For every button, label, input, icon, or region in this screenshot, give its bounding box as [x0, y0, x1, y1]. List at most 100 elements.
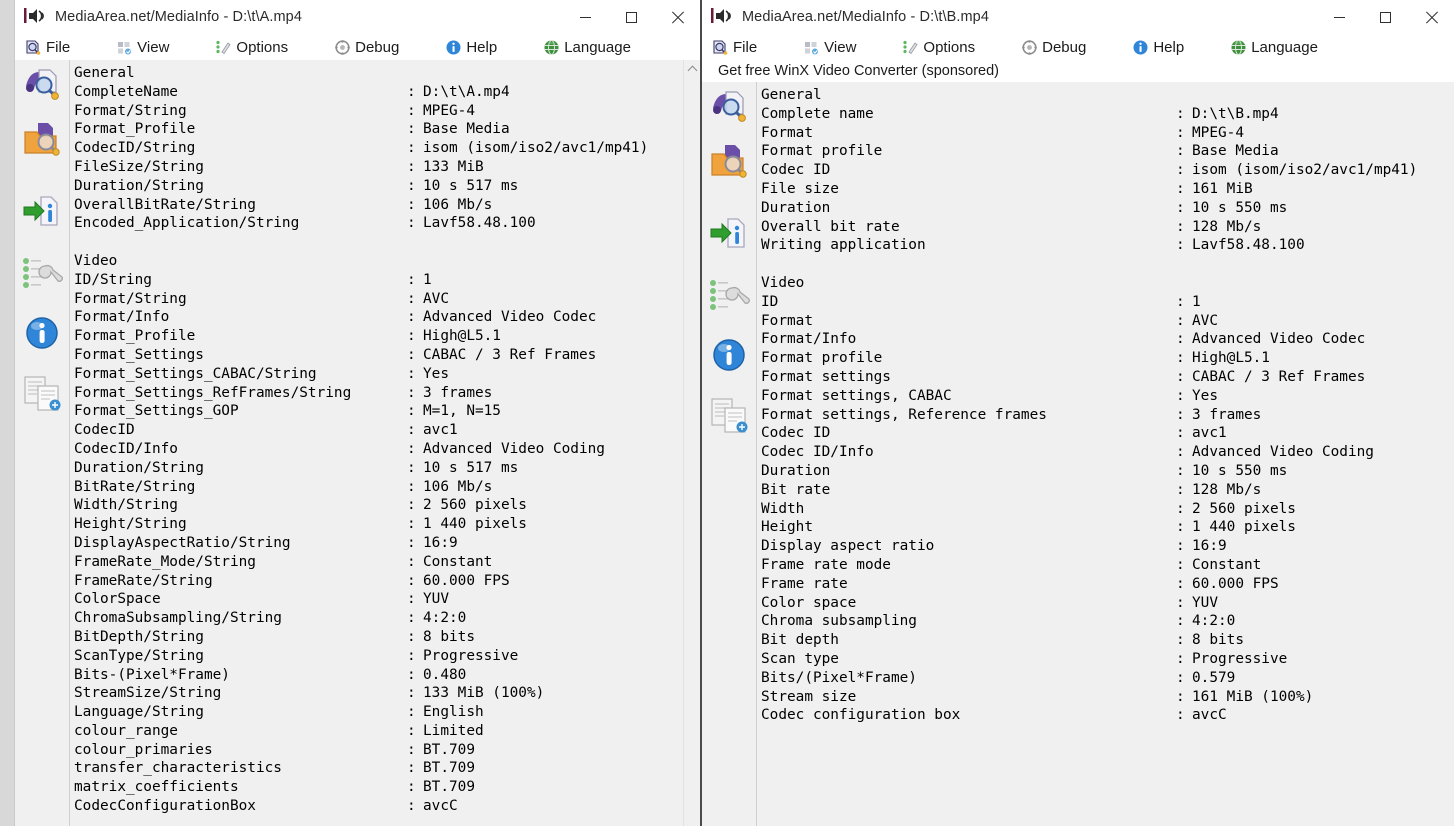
- open-folder-icon[interactable]: [708, 140, 750, 182]
- vertical-scrollbar[interactable]: [683, 60, 700, 826]
- open-file-icon[interactable]: [708, 86, 750, 128]
- view-grid-icon: [116, 39, 133, 56]
- report-row-separator: :: [407, 779, 416, 796]
- menu-item-debug[interactable]: Debug: [1015, 34, 1092, 60]
- mediainfo-window-right[interactable]: MediaArea.net/MediaInfo - D:\t\B.mp4 File…: [700, 0, 1454, 826]
- report-row-value: 106 Mb/s: [423, 196, 493, 213]
- report-panel[interactable]: General Complete name: D:\t\B.mp4 Format: MP…: [756, 82, 1454, 826]
- report-row-value: CABAC / 3 Ref Frames: [423, 346, 597, 363]
- maximize-icon: [625, 11, 637, 23]
- menu-bar: File View Options Debug Help Language: [15, 34, 700, 60]
- language-globe-icon: [543, 39, 560, 56]
- report-row-key: ID/String: [74, 271, 152, 288]
- menu-item-language[interactable]: Language: [1224, 34, 1324, 60]
- sheet-export-icon[interactable]: [21, 372, 63, 414]
- report-row-separator: :: [1176, 425, 1185, 442]
- menu-item-help[interactable]: Help: [439, 34, 503, 60]
- report-row-value: 3 frames: [1192, 406, 1262, 423]
- report-row-separator: :: [407, 534, 416, 551]
- information-icon[interactable]: [708, 334, 750, 376]
- menu-item-file[interactable]: File: [19, 34, 76, 60]
- menu-item-options[interactable]: Options: [209, 34, 294, 60]
- report-row: Format/Info: Advanced Video Codec: [74, 308, 683, 327]
- report-row-key: Height: [761, 519, 813, 536]
- report-row-separator: :: [1176, 218, 1185, 235]
- report-row-key: Format profile: [761, 143, 883, 160]
- report-row-key: BitDepth/String: [74, 628, 204, 645]
- report-row-value: Advanced Video Coding: [423, 440, 605, 457]
- report-row-key: Duration: [761, 199, 831, 216]
- report-row-separator: :: [407, 666, 416, 683]
- report-row-key: CodecID/String: [74, 140, 196, 157]
- menu-item-language[interactable]: Language: [537, 34, 637, 60]
- report-row-key: Codec ID: [761, 425, 831, 442]
- media-report: General CompleteName: D:\t\A.mp4 Format/Str…: [70, 60, 683, 816]
- report-row-value: 10 s 550 ms: [1192, 199, 1288, 216]
- report-row-separator: :: [407, 628, 416, 645]
- menu-item-view[interactable]: View: [110, 34, 175, 60]
- report-row: OverallBitRate/String:106 Mb/s: [74, 196, 683, 215]
- report-row: Bits-(Pixel*Frame):0.480: [74, 666, 683, 685]
- minimize-button[interactable]: [1316, 0, 1362, 34]
- report-row-key: Duration: [761, 462, 831, 479]
- report-row-value: 0.579: [1192, 669, 1236, 686]
- report-row-separator: :: [1176, 387, 1185, 404]
- menu-item-file[interactable]: File: [706, 34, 763, 60]
- maximize-button[interactable]: [608, 0, 654, 34]
- mediainfo-window-left[interactable]: MediaArea.net/MediaInfo - D:\t\A.mp4 File…: [14, 0, 700, 826]
- report-row-separator: :: [1176, 368, 1185, 385]
- menu-item-view[interactable]: View: [797, 34, 862, 60]
- sponsored-banner[interactable]: Get free WinX Video Converter (sponsored…: [702, 60, 1454, 82]
- report-row-key: Bit rate: [761, 481, 831, 498]
- report-row-key: transfer_characteristics: [74, 760, 282, 777]
- report-row-key: OverallBitRate/String: [74, 196, 256, 213]
- report-row-key: Complete name: [761, 105, 874, 122]
- report-row-key: Display aspect ratio: [761, 538, 935, 555]
- report-row-separator: :: [407, 741, 416, 758]
- window-controls: [1316, 0, 1454, 34]
- open-folder-icon[interactable]: [21, 118, 63, 160]
- report-row: Overall bit rate:128 Mb/s: [761, 218, 1454, 237]
- menu-item-help[interactable]: Help: [1126, 34, 1190, 60]
- close-button[interactable]: [1408, 0, 1454, 34]
- report-panel[interactable]: General CompleteName: D:\t\A.mp4 Format/Str…: [69, 60, 683, 826]
- report-row: Bit depth:8 bits: [761, 631, 1454, 650]
- media-report: General Complete name: D:\t\B.mp4 Format: MP…: [757, 82, 1454, 725]
- menu-item-options[interactable]: Options: [896, 34, 981, 60]
- scroll-up-arrow[interactable]: [684, 60, 700, 78]
- report-row-key: ColorSpace: [74, 591, 161, 608]
- title-bar[interactable]: MediaArea.net/MediaInfo - D:\t\A.mp4: [15, 0, 700, 34]
- report-row-value: 60.000 FPS: [423, 572, 510, 589]
- export-info-icon[interactable]: [708, 212, 750, 254]
- report-row-separator: :: [1176, 594, 1185, 611]
- report-row: Scan type: Progressive: [761, 650, 1454, 669]
- report-row-key: Format_Settings: [74, 346, 204, 363]
- report-row-key: Format/Info: [761, 331, 857, 348]
- report-row: Display aspect ratio:16:9: [761, 537, 1454, 556]
- report-row-value: 106 Mb/s: [423, 478, 493, 495]
- title-bar[interactable]: MediaArea.net/MediaInfo - D:\t\B.mp4: [702, 0, 1454, 34]
- report-row-key: Format profile: [761, 350, 883, 367]
- minimize-button[interactable]: [562, 0, 608, 34]
- information-icon[interactable]: [21, 312, 63, 354]
- preferences-wrench-icon[interactable]: [708, 274, 750, 316]
- close-button[interactable]: [654, 0, 700, 34]
- report-row-key: Format_Settings_GOP: [74, 403, 239, 420]
- report-row-separator: :: [407, 798, 416, 815]
- sheet-export-icon[interactable]: [708, 394, 750, 436]
- export-info-icon[interactable]: [21, 190, 63, 232]
- report-row: Bit rate:128 Mb/s: [761, 481, 1454, 500]
- report-row-value: avc1: [1192, 425, 1227, 442]
- report-row: matrix_coefficients: BT.709: [74, 778, 683, 797]
- report-row-key: Format/String: [74, 102, 187, 119]
- report-row-separator: :: [407, 704, 416, 721]
- maximize-button[interactable]: [1362, 0, 1408, 34]
- scrollbar-track[interactable]: [684, 78, 700, 826]
- preferences-wrench-icon[interactable]: [21, 252, 63, 294]
- report-row-value: CABAC / 3 Ref Frames: [1192, 368, 1366, 385]
- open-file-icon[interactable]: [21, 64, 63, 106]
- report-row-separator: :: [1176, 162, 1185, 179]
- report-row-key: Codec configuration box: [761, 707, 961, 724]
- menu-item-debug[interactable]: Debug: [328, 34, 405, 60]
- report-row-key: Language/String: [74, 704, 204, 721]
